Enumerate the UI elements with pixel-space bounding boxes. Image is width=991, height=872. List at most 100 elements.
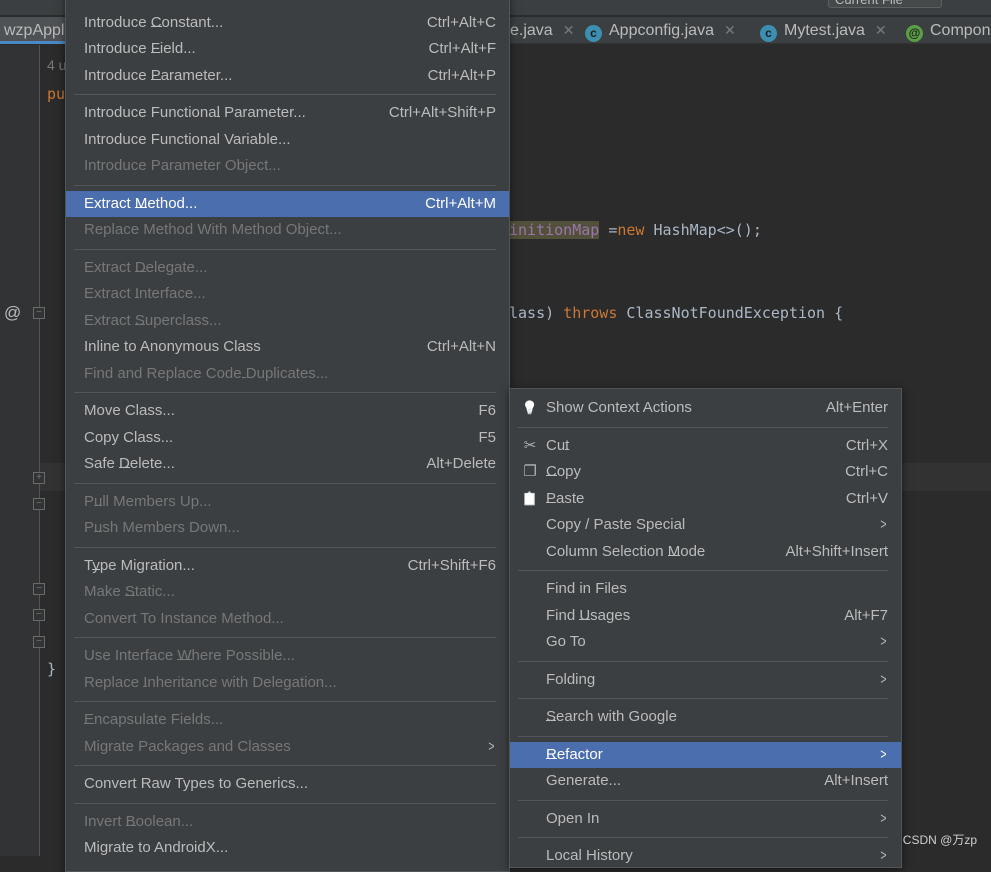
menu-item-label: Extract Method...	[84, 194, 198, 212]
menu-item-invert-boolean[interactable]: Invert Boolean...	[66, 809, 509, 836]
menu-item-copy[interactable]: ❐ Copy Ctrl+C	[510, 459, 901, 486]
menu-item-label: Generate...	[546, 772, 622, 789]
menu-item-shortcut: F5	[478, 428, 496, 446]
menu-item-copy-paste-special[interactable]: Copy / Paste Special >	[510, 512, 901, 539]
close-icon[interactable]: ✕	[563, 22, 575, 38]
menu-item-folding[interactable]: Folding >	[510, 667, 901, 694]
run-configuration-select[interactable]: Current File	[828, 0, 942, 8]
menu-item-copy-class[interactable]: Copy Class... F5	[66, 425, 509, 452]
mnemonic-underline	[134, 297, 140, 298]
menu-item-make-static[interactable]: Make Static...	[66, 579, 509, 606]
tab-wzpappl[interactable]: wzpAppl	[0, 17, 70, 44]
menu-item-introduce-functional-variable[interactable]: Introduce Functional Variable...	[66, 127, 509, 154]
fold-collapse-icon[interactable]: −	[33, 498, 45, 510]
menu-item-label: Inline to Anonymous Class	[84, 338, 261, 355]
menu-item-label: Pull Members Up...	[84, 492, 212, 510]
menu-separator	[66, 760, 509, 771]
menu-separator	[66, 387, 509, 398]
menu-item-extract-interface[interactable]: Extract Interface...	[66, 281, 509, 308]
mnemonic-underline	[134, 206, 148, 208]
menu-separator	[510, 656, 901, 667]
menu-separator	[66, 542, 509, 553]
menu-item-use-interface-where-possible[interactable]: Use Interface Where Possible...	[66, 643, 509, 670]
menu-item-label: Folding	[546, 670, 596, 688]
mnemonic-underline	[143, 685, 148, 687]
menu-item-push-members-down[interactable]: Push Members Down...	[66, 515, 509, 542]
copy-icon: ❐	[523, 463, 537, 480]
fold-collapse-icon[interactable]: −	[33, 583, 45, 595]
mnemonic-underline	[119, 467, 130, 468]
menu-item-extract-superclass[interactable]: Extract Superclass...	[66, 308, 509, 335]
menu-item-introduce-parameter[interactable]: Introduce Parameter... Ctrl+Alt+P	[66, 63, 509, 90]
menu-item-extract-delegate[interactable]: Extract Delegate...	[66, 255, 509, 282]
fold-collapse-icon[interactable]: −	[33, 636, 45, 648]
menu-item-label: Go To	[546, 633, 586, 650]
menu-item-replace-method-with-method-object[interactable]: Replace Method With Method Object...	[66, 217, 509, 244]
mnemonic-underline	[84, 723, 95, 724]
menu-item-open-in[interactable]: Open In >	[510, 806, 901, 833]
menu-item-find-in-files[interactable]: Find in Files	[510, 576, 901, 603]
menu-item-label: Introduce Functional Parameter...	[84, 104, 306, 121]
menu-item-find-usages[interactable]: Find Usages Alt+F7	[510, 603, 901, 630]
mnemonic-underline	[177, 659, 192, 660]
menu-item-label: Type Migration...	[84, 556, 195, 574]
fold-collapse-icon[interactable]: −	[33, 609, 45, 621]
menu-item-label: Push Members Down...	[84, 519, 240, 536]
fold-collapse-icon[interactable]: −	[33, 307, 45, 319]
menu-item-introduce-constant[interactable]: Introduce Constant... Ctrl+Alt+C	[66, 10, 509, 37]
mnemonic-underline	[125, 824, 136, 826]
menu-item-migrate-to-androidx[interactable]: Migrate to AndroidX...	[66, 835, 509, 862]
tab-label: wzpAppl	[4, 22, 65, 39]
menu-item-refactor[interactable]: Refactor >	[510, 741, 901, 768]
menu-item-search-with-google[interactable]: Search with Google	[510, 704, 901, 731]
menu-item-local-history[interactable]: Local History >	[510, 843, 901, 870]
menu-item-label: Find in Files	[546, 580, 627, 597]
close-icon[interactable]: ✕	[875, 22, 887, 38]
menu-item-go-to[interactable]: Go To >	[510, 629, 901, 656]
menu-item-label: Open In	[546, 809, 600, 827]
menu-item-show-context-actions[interactable]: 💡 Show Context Actions Alt+Enter	[510, 395, 901, 422]
menu-item-move-class[interactable]: Move Class... F6	[66, 398, 509, 425]
menu-separator	[66, 696, 509, 707]
mnemonic-underline	[565, 448, 570, 450]
menu-item-inline-to-anonymous-class[interactable]: Inline to Anonymous Class Ctrl+Alt+N	[66, 334, 509, 361]
code-line: pu	[47, 85, 66, 103]
menu-item-shortcut: Ctrl+C	[845, 463, 888, 480]
menu-item-type-migration[interactable]: Type Migration... Ctrl+Shift+F6	[66, 553, 509, 580]
tab-mytest[interactable]: c Mytest.java ✕	[760, 17, 887, 44]
menu-item-label: Column Selection Mode	[546, 542, 706, 560]
mnemonic-underline	[94, 531, 103, 532]
menu-item-convert-raw-types-to-generics[interactable]: Convert Raw Types to Generics...	[66, 771, 509, 798]
menu-separator	[510, 832, 901, 843]
menu-item-find-and-replace-code-duplicates[interactable]: Find and Replace Code Duplicates...	[66, 361, 509, 388]
menu-item-safe-delete[interactable]: Safe Delete... Alt+Delete	[66, 451, 509, 478]
menu-item-convert-to-instance-method[interactable]: Convert To Instance Method...	[66, 606, 509, 633]
menu-item-cut[interactable]: ✂ Cut Ctrl+X	[510, 433, 901, 460]
menu-item-introduce-field[interactable]: Introduce Field... Ctrl+Alt+F	[66, 36, 509, 63]
code-line: lass) throws ClassNotFoundException {	[509, 304, 843, 322]
fold-expand-icon[interactable]: +	[33, 472, 45, 484]
menu-item-introduce-parameter-object[interactable]: Introduce Parameter Object...	[66, 153, 509, 180]
menu-item-shortcut: Alt+Enter	[825, 399, 888, 416]
menu-item-replace-inheritance-with-delegation[interactable]: Replace Inheritance with Delegation...	[66, 670, 509, 697]
menu-item-pull-members-up[interactable]: Pull Members Up...	[66, 489, 509, 516]
menu-item-extract-method[interactable]: Extract Method... Ctrl+Alt+M	[66, 190, 509, 217]
refactor-submenu: Introduce Variable...Ctrl+Alt+VIntroduce…	[65, 0, 510, 872]
menu-item-migrate-packages-and-classes[interactable]: Migrate Packages and Classes >	[66, 734, 509, 761]
menu-item-encapsulate-fields[interactable]: Encapsulate Fields...	[66, 707, 509, 734]
tab-e-java[interactable]: e.java ✕	[510, 17, 574, 44]
menu-item-paste[interactable]: 📋 Paste Ctrl+V	[510, 486, 901, 513]
close-icon[interactable]: ✕	[724, 22, 736, 38]
menu-item-label: Local History	[546, 847, 633, 864]
lightbulb-icon: 💡	[521, 400, 539, 415]
annotation-gutter-icon[interactable]: @	[4, 303, 21, 323]
menu-item-introduce-functional-parameter[interactable]: Introduce Functional Parameter... Ctrl+Al…	[66, 100, 509, 127]
menu-item-generate[interactable]: Generate... Alt+Insert	[510, 768, 901, 795]
menu-item-shortcut: Ctrl+V	[845, 489, 888, 507]
scissors-icon: ✂	[523, 436, 537, 454]
tab-appconfig[interactable]: c Appconfig.java ✕	[585, 17, 736, 44]
menu-item-column-selection-mode[interactable]: Column Selection Mode Alt+Shift+Insert	[510, 539, 901, 566]
menu-item-introduce-variable[interactable]: Introduce Variable... Ctrl+Alt+V	[66, 0, 509, 10]
tab-component[interactable]: @ Compon	[906, 17, 990, 44]
usages-hint[interactable]: 4 u	[47, 57, 66, 73]
